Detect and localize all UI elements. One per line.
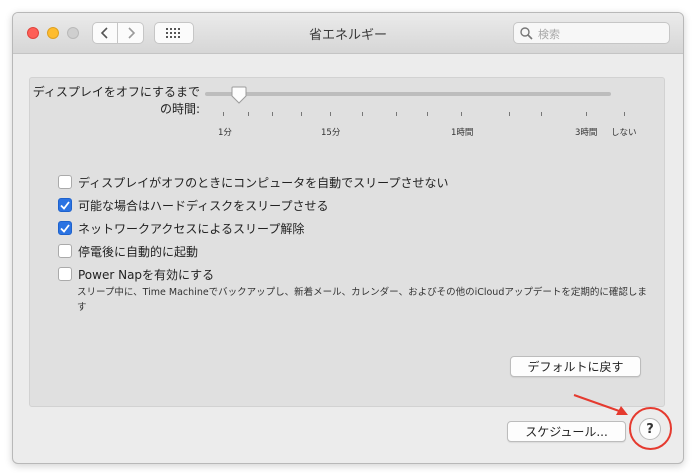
tick-label-never: しない (611, 128, 637, 138)
slider-tick (396, 112, 397, 116)
option-power-nap[interactable]: Power Napを有効にする (58, 266, 214, 282)
tick-label-1min: 1分 (218, 128, 232, 138)
checkmark-icon (60, 200, 70, 210)
zoom-button[interactable] (67, 27, 79, 39)
close-button[interactable] (27, 27, 39, 39)
search-field[interactable]: 検索 (513, 22, 670, 44)
power-nap-description: スリープ中に、Time Machineでバックアップし、新着メール、カレンダー、… (77, 287, 647, 313)
slider-tick (509, 112, 510, 116)
slider-tick (624, 112, 625, 116)
slider-tick (427, 112, 428, 116)
display-sleep-label-line1: ディスプレイをオフにするまで (32, 85, 200, 99)
title-bar: 省エネルギー 検索 (13, 13, 683, 54)
tick-label-1hour: 1時間 (451, 128, 474, 138)
slider-tick (461, 112, 462, 116)
option-label: 停電後に自動的に起動 (78, 244, 199, 259)
schedule-button[interactable]: スケジュール... (507, 421, 626, 442)
display-sleep-label: ディスプレイをオフにするまで の時間: (24, 84, 200, 118)
display-sleep-label-line2: の時間: (159, 102, 200, 116)
option-label: ネットワークアクセスによるスリープ解除 (78, 221, 305, 236)
option-restart-power-failure[interactable]: 停電後に自動的に起動 (58, 243, 198, 259)
search-placeholder: 検索 (538, 28, 560, 41)
back-button[interactable] (92, 22, 118, 44)
grid-icon (166, 28, 180, 38)
show-all-button[interactable] (154, 22, 194, 44)
checkbox[interactable] (58, 198, 72, 212)
magnifier-icon (520, 27, 533, 40)
annotation-arrow-icon (573, 394, 628, 415)
annotation-circle (629, 407, 672, 450)
tick-label-15min: 15分 (321, 128, 341, 138)
chevron-left-icon (100, 27, 108, 39)
option-wake-network[interactable]: ネットワークアクセスによるスリープ解除 (58, 220, 304, 236)
option-disk-sleep[interactable]: 可能な場合はハードディスクをスリープさせる (58, 197, 328, 213)
slider-tick (272, 112, 273, 116)
slider-tick (586, 112, 587, 116)
checkbox[interactable] (58, 175, 72, 189)
slider-tick (248, 112, 249, 116)
option-label: Power Napを有効にする (78, 267, 215, 282)
slider-tick (541, 112, 542, 116)
restore-defaults-button[interactable]: デフォルトに戻す (510, 356, 641, 377)
minimize-button[interactable] (47, 27, 59, 39)
checkbox[interactable] (58, 267, 72, 281)
option-label: ディスプレイがオフのときにコンピュータを自動でスリープさせない (78, 175, 449, 190)
slider-tick (223, 112, 224, 116)
slider-tick (330, 112, 331, 116)
checkbox[interactable] (58, 244, 72, 258)
slider-tick (301, 112, 302, 116)
slider-tick (362, 112, 363, 116)
checkbox[interactable] (58, 221, 72, 235)
display-sleep-slider-track[interactable] (205, 92, 611, 96)
tick-label-3hours: 3時間 (575, 128, 598, 138)
display-sleep-slider-thumb[interactable] (231, 86, 247, 104)
chevron-right-icon (127, 27, 135, 39)
option-prevent-sleep[interactable]: ディスプレイがオフのときにコンピュータを自動でスリープさせない (58, 174, 448, 190)
window-title: 省エネルギー (308, 28, 387, 43)
option-label: 可能な場合はハードディスクをスリープさせる (78, 198, 329, 213)
checkmark-icon (60, 223, 70, 233)
forward-button[interactable] (118, 22, 144, 44)
